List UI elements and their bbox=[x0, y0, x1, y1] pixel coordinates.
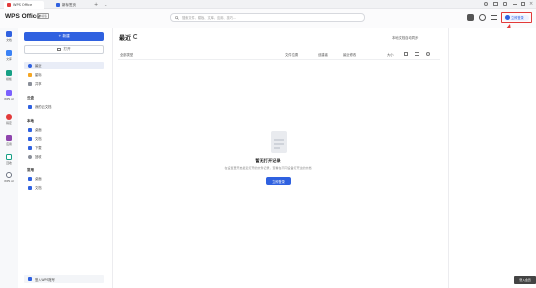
empty-document-icon bbox=[271, 131, 287, 153]
skin-icon[interactable] bbox=[503, 2, 507, 6]
sidebar-item-common-documents[interactable]: 文档 bbox=[24, 184, 104, 191]
add-tab-icon[interactable]: + bbox=[94, 2, 98, 8]
sidebar-item-label: 星标 bbox=[35, 73, 42, 77]
rail-item-library[interactable]: 文库 bbox=[0, 50, 18, 61]
minimize-icon[interactable] bbox=[513, 4, 517, 5]
sidebar-item-recent[interactable]: 最近 bbox=[24, 62, 104, 69]
section-local: 本地 bbox=[27, 119, 34, 123]
new-button[interactable]: + 新建 bbox=[24, 32, 104, 41]
column-modified[interactable]: 最近修改 bbox=[343, 52, 356, 57]
settings-icon[interactable] bbox=[484, 2, 488, 6]
folder-icon bbox=[28, 136, 32, 141]
rail-item-ai[interactable]: WPS AI bbox=[0, 90, 18, 101]
column-owner[interactable]: 创建者 bbox=[318, 52, 328, 57]
sidebar-item-label: 最近 bbox=[35, 64, 42, 68]
account-label: 登入WPS账号 bbox=[35, 277, 55, 282]
rail-label: WPS AI bbox=[4, 179, 14, 183]
folder-icon bbox=[57, 48, 62, 51]
member-login-button[interactable]: 登入会员 bbox=[514, 276, 536, 284]
rail-item-design[interactable]: 稿定 bbox=[0, 114, 18, 125]
list-view-icon[interactable] bbox=[415, 52, 419, 56]
avatar-icon bbox=[505, 15, 510, 20]
sidebar-item-label: 桌面 bbox=[35, 128, 42, 132]
star-icon bbox=[28, 72, 32, 77]
new-tab-icon bbox=[56, 3, 60, 7]
sidebar-item-label: 文档 bbox=[35, 186, 42, 190]
app-logo: WPS Office bbox=[5, 13, 41, 20]
login-label: 立即登录 bbox=[511, 16, 524, 20]
right-panel bbox=[448, 28, 536, 288]
rail-item-docs[interactable]: 文档 bbox=[0, 31, 18, 42]
sidebar-item-label: 我的云文档 bbox=[35, 105, 52, 109]
theme-icon[interactable] bbox=[467, 14, 474, 21]
design-icon bbox=[6, 114, 12, 120]
ai-assistant-icon bbox=[6, 172, 12, 178]
rail-label: 应用 bbox=[6, 142, 12, 146]
library-icon bbox=[6, 50, 12, 56]
info-icon[interactable] bbox=[426, 52, 430, 56]
column-location: 文件位置 bbox=[285, 53, 299, 57]
grid-view-icon[interactable] bbox=[404, 52, 408, 56]
apps-icon bbox=[6, 135, 12, 141]
cloud-icon bbox=[28, 104, 32, 109]
folder-icon bbox=[28, 185, 32, 190]
tab-menu-icon[interactable]: ⌄ bbox=[104, 2, 107, 7]
sidebar-item-label: 共享 bbox=[35, 82, 42, 86]
sidebar-item-downloads[interactable]: 下载 bbox=[24, 144, 104, 151]
section-cloud: 云盘 bbox=[27, 96, 34, 100]
rail-item-templates[interactable]: 模板 bbox=[0, 70, 18, 81]
sidebar-item-shared[interactable]: 共享 bbox=[24, 80, 104, 87]
account-icon bbox=[28, 277, 32, 281]
sidebar-item-desktop[interactable]: 桌面 bbox=[24, 126, 104, 133]
sidebar-item-my-cloud[interactable]: 我的云文档 bbox=[24, 103, 104, 110]
search-icon bbox=[175, 15, 179, 20]
sidebar-item-label: 下载 bbox=[35, 146, 42, 150]
refresh-icon[interactable] bbox=[133, 34, 138, 39]
clock-icon bbox=[28, 63, 32, 68]
header-divider bbox=[118, 59, 440, 60]
search-input[interactable]: 搜索文件、模板、文库、应用、技巧... bbox=[170, 13, 365, 22]
search-placeholder: 搜索文件、模板、文库、应用、技巧... bbox=[182, 16, 237, 20]
open-button[interactable]: 打开 bbox=[24, 45, 104, 54]
wps-logo-icon bbox=[7, 3, 11, 7]
rail-item-apps[interactable]: 应用 bbox=[0, 135, 18, 146]
filter-type[interactable]: 全部类型 bbox=[120, 52, 133, 57]
login-wps-account[interactable]: 登入WPS账号 bbox=[24, 275, 104, 283]
sidebar-item-starred[interactable]: 星标 bbox=[24, 71, 104, 78]
rail-label: 模板 bbox=[6, 77, 12, 81]
sync-toggle[interactable]: 本地文档自动同步 bbox=[392, 35, 418, 40]
tab-label: 新标签页 bbox=[62, 2, 76, 7]
tab-label: WPS Office bbox=[13, 3, 33, 7]
close-icon[interactable]: × bbox=[529, 1, 533, 7]
docs-icon bbox=[6, 31, 12, 37]
empty-login-button[interactable]: 立即登录 bbox=[266, 177, 291, 185]
open-label: 打开 bbox=[63, 47, 71, 51]
column-size: 大小 bbox=[387, 53, 394, 57]
rail-label: 文档 bbox=[6, 38, 12, 42]
tab-new-page[interactable]: 新标签页 bbox=[53, 1, 91, 9]
ai-icon bbox=[6, 90, 12, 96]
rail-item-ai-2[interactable]: WPS AI bbox=[0, 172, 18, 183]
download-icon bbox=[28, 145, 32, 150]
rail-label: 稿定 bbox=[6, 121, 12, 125]
edition-badge: 体验版 bbox=[37, 13, 49, 19]
share-icon bbox=[28, 81, 32, 86]
desktop-icon bbox=[28, 127, 32, 132]
rail-label: 文库 bbox=[6, 57, 12, 61]
maximize-icon[interactable] bbox=[521, 2, 525, 6]
menu-icon[interactable] bbox=[491, 15, 497, 20]
device-icon[interactable] bbox=[493, 2, 498, 6]
rail-label: WPS AI bbox=[4, 97, 14, 101]
sidebar-item-label: 桌面 bbox=[35, 177, 42, 181]
sync-status-icon[interactable] bbox=[479, 14, 486, 21]
tab-wps-office[interactable]: WPS Office bbox=[4, 1, 44, 9]
templates-icon bbox=[6, 70, 12, 76]
sidebar-item-label: 文档 bbox=[35, 137, 42, 141]
page-title: 最近 bbox=[119, 35, 132, 42]
sidebar-item-documents[interactable]: 文档 bbox=[24, 135, 104, 142]
sidebar-item-common-desktop[interactable]: 桌面 bbox=[24, 175, 104, 182]
desktop-icon bbox=[28, 176, 32, 181]
